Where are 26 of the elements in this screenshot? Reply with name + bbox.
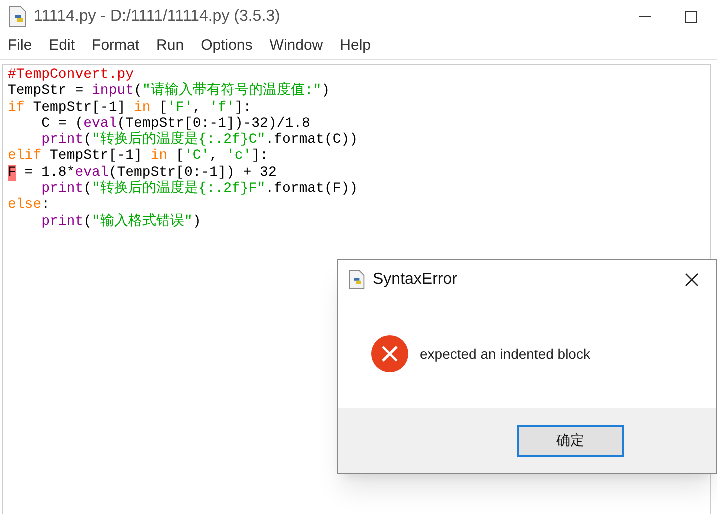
code-line: F = 1.8*eval(TempStr[0:-1]) + 32 <box>8 164 277 181</box>
maximize-icon[interactable] <box>685 11 697 23</box>
menu-item[interactable]: Options <box>201 35 253 58</box>
window-title: 11114.py - D:/1111/11114.py (3.5.3) <box>34 7 280 27</box>
code-line: if TempStr[-1] in ['F', 'f']: <box>8 100 252 116</box>
code-line: TempStr = input("请输入带有符号的温度值:") <box>8 83 330 100</box>
dialog-title: SyntaxError <box>373 270 458 290</box>
code-line: print("转换后的温度是{:.2f}C".format(C)) <box>42 132 358 148</box>
ok-button[interactable]: 确定 <box>517 424 624 456</box>
menu-item[interactable]: Edit <box>49 35 76 58</box>
menu-item[interactable]: Run <box>156 35 184 58</box>
code-line: print("输入格式错误") <box>42 214 202 230</box>
error-icon <box>371 335 409 373</box>
menu-item[interactable]: File <box>8 35 32 58</box>
menu-item[interactable]: Help <box>340 35 371 58</box>
code-line: elif TempStr[-1] in ['C', 'c']: <box>8 148 269 165</box>
close-icon[interactable] <box>685 273 699 287</box>
python-file-icon <box>8 6 28 28</box>
menu-item[interactable]: Window <box>270 35 324 58</box>
error-message: expected an indented block <box>420 344 590 364</box>
menu-item[interactable]: Format <box>92 35 140 58</box>
code-line: C = (eval(TempStr[0:-1])-32)/1.8 <box>42 116 310 132</box>
python-file-icon <box>348 270 366 290</box>
code-line: else: <box>8 197 50 214</box>
code-line: #TempConvert.py <box>8 67 134 84</box>
code-line: print("转换后的温度是{:.2f}F".format(F)) <box>42 181 358 198</box>
